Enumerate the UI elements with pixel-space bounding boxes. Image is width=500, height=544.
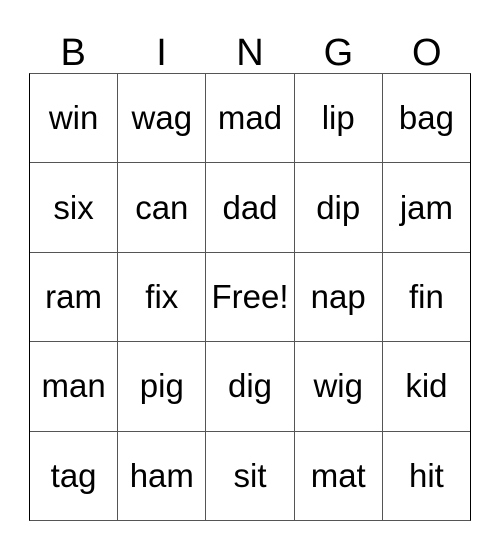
bingo-cell[interactable]: tag — [30, 431, 118, 520]
bingo-cell[interactable]: ram — [30, 252, 118, 342]
bingo-cell[interactable]: jam — [381, 163, 471, 252]
bingo-row: six can dad dip jam — [30, 162, 471, 252]
bingo-card: B I N G O win wag mad lip bag six can da… — [29, 18, 471, 521]
bingo-cell[interactable]: sit — [205, 431, 294, 520]
bingo-cell[interactable]: win — [30, 74, 118, 163]
bingo-header-letter-o: O — [411, 32, 442, 74]
bingo-cell[interactable]: dig — [205, 342, 294, 431]
bingo-cell[interactable]: fin — [381, 252, 471, 342]
bingo-cell[interactable]: pig — [117, 342, 206, 431]
bingo-row: win wag mad lip bag — [30, 74, 471, 163]
bingo-header-letter-b: B — [60, 32, 86, 74]
bingo-cell[interactable]: dip — [293, 163, 382, 252]
bingo-cell[interactable]: kid — [381, 342, 471, 431]
bingo-cell[interactable]: can — [117, 163, 206, 252]
bingo-cell[interactable]: lip — [293, 74, 382, 163]
bingo-row: man pig dig wig kid — [30, 341, 471, 431]
bingo-header-letter-i: I — [156, 32, 167, 74]
bingo-cell[interactable]: wig — [293, 342, 382, 431]
bingo-grid: win wag mad lip bag six can dad dip jam … — [29, 73, 471, 521]
bingo-header-letter-n: N — [236, 32, 264, 74]
bingo-cell[interactable]: mad — [205, 74, 294, 163]
bingo-header-row: B I N G O — [29, 18, 471, 73]
bingo-row: tag ham sit mat hit — [30, 430, 471, 520]
bingo-cell[interactable]: fix — [117, 252, 206, 342]
bingo-cell[interactable]: dad — [205, 163, 294, 252]
bingo-row: ram fix Free! nap fin — [30, 251, 471, 342]
bingo-cell-free-space[interactable]: Free! — [205, 252, 294, 342]
bingo-cell[interactable]: six — [30, 163, 118, 252]
bingo-cell[interactable]: hit — [381, 431, 471, 520]
bingo-cell[interactable]: nap — [293, 252, 382, 342]
bingo-cell[interactable]: mat — [293, 431, 382, 520]
bingo-cell[interactable]: bag — [381, 74, 471, 163]
bingo-cell[interactable]: wag — [117, 74, 206, 163]
bingo-cell[interactable]: man — [30, 342, 118, 431]
bingo-header-letter-g: G — [323, 32, 354, 74]
bingo-cell[interactable]: ham — [117, 431, 206, 520]
